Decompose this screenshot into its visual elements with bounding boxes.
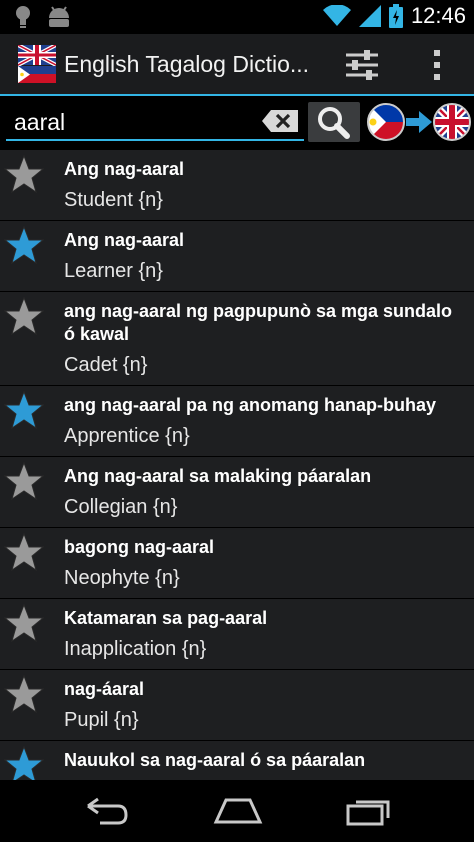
swap-direction-arrow-icon[interactable] xyxy=(405,110,433,134)
result-row[interactable]: ang nag-aaral pa ng anomang hanap-buhay A… xyxy=(0,386,474,457)
result-row[interactable]: ang nag-aaral ng pagpupunò sa mga sundal… xyxy=(0,292,474,386)
favorite-star-icon[interactable] xyxy=(4,532,44,572)
favorite-star-icon[interactable] xyxy=(4,603,44,643)
app-flag-icon[interactable] xyxy=(18,45,56,83)
search-button[interactable] xyxy=(308,102,360,142)
favorite-star-icon[interactable] xyxy=(4,225,44,265)
navigation-bar xyxy=(0,780,474,842)
favorite-star-icon[interactable] xyxy=(4,390,44,430)
result-term: nag-áaral xyxy=(64,679,145,699)
signal-icon xyxy=(358,5,381,27)
result-definition: Cadet {n} xyxy=(64,354,148,376)
result-term: Katamaran sa pag-aaral xyxy=(64,608,268,628)
result-definition: Collegian {n} xyxy=(64,496,178,518)
back-button[interactable] xyxy=(82,796,130,826)
home-button[interactable] xyxy=(212,796,264,826)
uk-flag-icon[interactable] xyxy=(432,102,472,142)
results-list[interactable]: Ang nag-aaral Student {n} Ang nag-aaral Lea… xyxy=(0,150,474,780)
android-notification-icon xyxy=(49,6,69,27)
favorite-star-icon[interactable] xyxy=(4,154,44,194)
search-input[interactable] xyxy=(6,105,304,141)
recent-apps-button[interactable] xyxy=(344,796,394,826)
status-bar: 12:46 xyxy=(0,0,474,34)
favorite-star-icon[interactable] xyxy=(4,461,44,501)
result-term: ang nag-aaral ng pagpupunò sa mga sundal… xyxy=(64,301,453,344)
result-row[interactable]: Ang nag-aaral sa malaking páaralan Colleg… xyxy=(0,457,474,528)
result-term: bagong nag-aaral xyxy=(64,537,215,557)
result-term: Ang nag-aaral sa malaking páaralan xyxy=(64,466,372,486)
result-definition: Student {n} xyxy=(64,189,163,211)
favorite-star-icon[interactable] xyxy=(4,296,44,336)
wifi-icon xyxy=(322,5,351,26)
result-row[interactable]: Katamaran sa pag-aaral Inapplication {n} xyxy=(0,599,474,670)
result-definition: Scholastical, Scholastic {adj} xyxy=(64,772,474,780)
result-row[interactable]: bagong nag-aaral Neophyte {n} xyxy=(0,528,474,599)
clock: 12:46 xyxy=(410,3,466,28)
result-row[interactable]: Ang nag-aaral Learner {n} xyxy=(0,221,474,292)
result-term: Ang nag-aaral xyxy=(64,159,185,179)
result-row[interactable]: nag-áaral Pupil {n} xyxy=(0,670,474,741)
clear-text-icon[interactable] xyxy=(262,110,298,132)
result-term: ang nag-aaral pa ng anomang hanap-buhay xyxy=(64,395,437,415)
search-bar xyxy=(0,96,474,150)
favorite-star-icon[interactable] xyxy=(4,674,44,714)
result-definition: Apprentice {n} xyxy=(64,425,190,447)
result-row[interactable]: Nauukol sa nag-aaral ó sa páaralan Schola… xyxy=(0,741,474,780)
philippines-flag-icon[interactable] xyxy=(366,102,406,142)
favorite-star-icon[interactable] xyxy=(4,745,44,780)
result-definition: Neophyte {n} xyxy=(64,567,180,589)
result-term: Ang nag-aaral xyxy=(64,230,185,250)
settings-sliders-icon[interactable] xyxy=(344,47,380,83)
result-definition: Learner {n} xyxy=(64,260,163,282)
result-row[interactable]: Ang nag-aaral Student {n} xyxy=(0,150,474,221)
lightbulb-notification-icon xyxy=(16,6,30,28)
result-definition: Inapplication {n} xyxy=(64,638,207,660)
result-term: Nauukol sa nag-aaral ó sa páaralan xyxy=(64,750,366,770)
action-bar: English Tagalog Dictio... xyxy=(0,34,474,96)
overflow-menu-icon[interactable] xyxy=(427,48,447,82)
result-definition: Pupil {n} xyxy=(64,709,139,731)
search-icon xyxy=(318,107,350,139)
app-title: English Tagalog Dictio... xyxy=(64,51,310,77)
battery-icon xyxy=(388,4,403,28)
